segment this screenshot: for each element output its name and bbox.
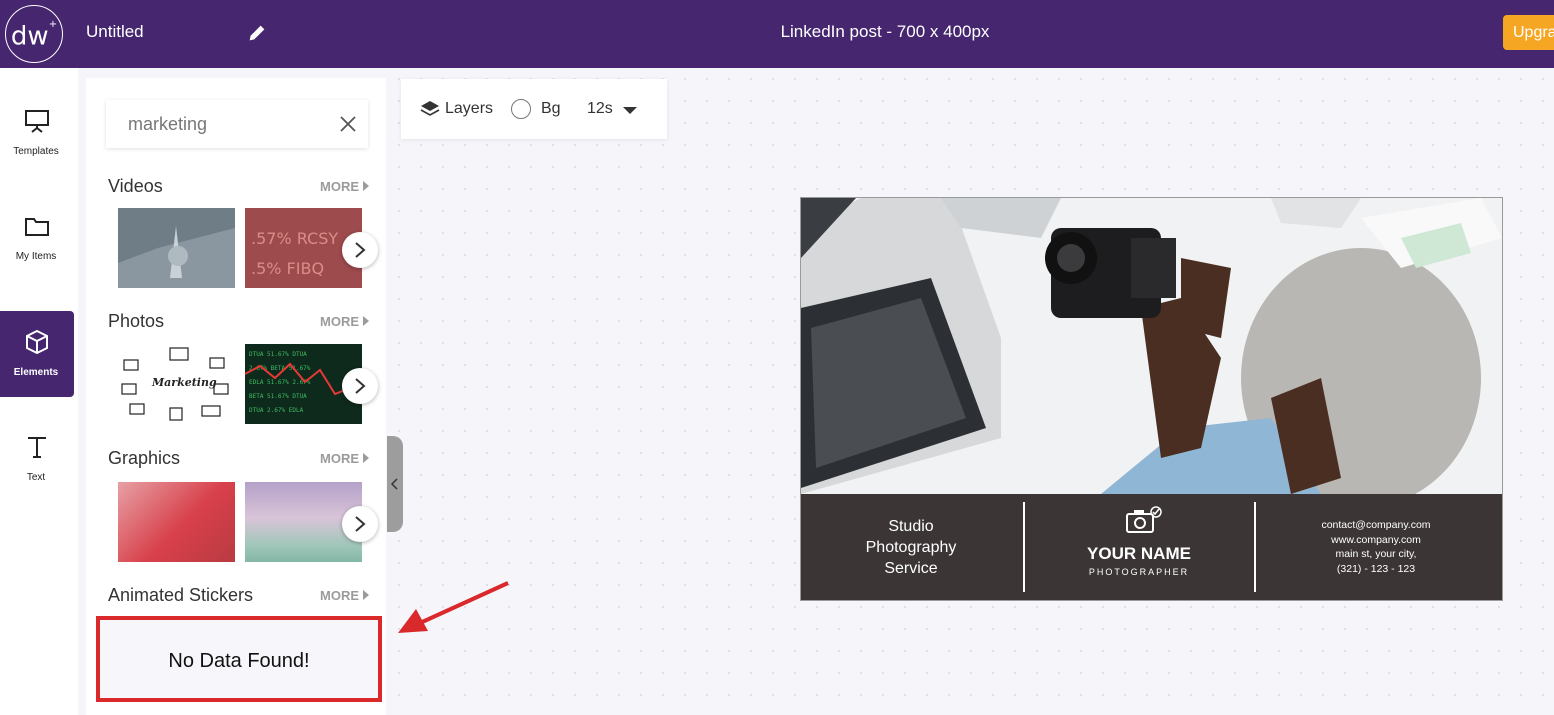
design-canvas[interactable]: Studio Photography Service YOUR NAME PHO…: [800, 197, 1503, 601]
chevron-right-icon: [355, 242, 366, 258]
rail-item-elements[interactable]: Elements: [0, 311, 74, 397]
annotation-arrow-icon: [398, 581, 509, 633]
caret-down-icon[interactable]: [623, 107, 637, 114]
divider: [1023, 502, 1025, 592]
camera-icon: [1126, 506, 1162, 533]
folder-icon: [25, 218, 49, 236]
presentation-icon: [25, 110, 49, 133]
photos-more-link[interactable]: MORE: [320, 314, 369, 329]
background-color-swatch[interactable]: [511, 99, 531, 119]
role-text: PHOTOGRAPHER: [1088, 567, 1190, 577]
canvas-toolbar: Layers Bg 12s: [401, 79, 667, 139]
rail-item-text[interactable]: Text: [0, 416, 74, 502]
left-rail: Templates My Items Elements Text: [0, 68, 78, 715]
divider: [1254, 502, 1256, 592]
graphic-thumbnail[interactable]: [118, 482, 235, 562]
canvas-size-label: LinkedIn post - 700 x 400px: [780, 22, 990, 41]
cube-icon: [26, 329, 48, 355]
videos-next-button[interactable]: [342, 232, 378, 268]
design-info-strip: Studio Photography Service YOUR NAME PHO…: [801, 494, 1502, 600]
studio-line: Service: [884, 560, 938, 577]
rail-label-templates: Templates: [13, 146, 59, 157]
rail-item-my-items[interactable]: My Items: [0, 195, 74, 281]
rail-label-text: Text: [26, 472, 46, 483]
studio-line: Studio: [888, 518, 934, 535]
layers-button[interactable]: Layers: [445, 100, 493, 118]
svg-text:Marketing: Marketing: [151, 376, 217, 389]
your-name-text: YOUR NAME: [1087, 544, 1191, 563]
videos-more-link[interactable]: MORE: [320, 179, 369, 194]
photo-thumbnail[interactable]: Marketing: [118, 344, 235, 424]
svg-text:.5% FIBQ: .5% FIBQ: [251, 259, 324, 278]
contact-phone: (321) - 123 - 123: [1336, 562, 1416, 575]
search-box[interactable]: marketing: [106, 100, 368, 148]
section-title-graphics: Graphics: [108, 448, 181, 468]
elements-panel: marketing Videos MORE .57% RCSY .5% FIBQ …: [86, 78, 386, 715]
no-data-message: No Data Found!: [168, 650, 310, 672]
contact-website: www.company.com: [1331, 533, 1421, 546]
studio-line: Photography: [865, 539, 957, 556]
svg-text:BETA 51.67% DTUA: BETA 51.67% DTUA: [249, 393, 307, 400]
svg-text:DTUA 2.67% EDLA: DTUA 2.67% EDLA: [249, 407, 304, 414]
no-data-message-box: No Data Found!: [96, 616, 382, 702]
svg-text:EDLA 51.67% 2.67%: EDLA 51.67% 2.67%: [249, 379, 311, 386]
photographer-photo: [801, 198, 1502, 494]
stickers-more-link[interactable]: MORE: [320, 588, 369, 603]
search-input[interactable]: marketing: [128, 114, 207, 135]
upgrade-button[interactable]: Upgra: [1503, 15, 1554, 50]
chevron-left-icon: [390, 478, 398, 490]
section-title-videos: Videos: [108, 176, 163, 196]
graphics-next-button[interactable]: [342, 506, 378, 542]
section-title-photos: Photos: [108, 311, 165, 331]
duration-select[interactable]: 12s: [587, 100, 613, 118]
contact-email: contact@company.com: [1321, 519, 1431, 531]
studio-text: Studio Photography Service: [841, 516, 981, 579]
text-t-icon: [28, 437, 46, 458]
contact-block: contact@company.com www.company.com main…: [1301, 518, 1451, 576]
svg-text:DTUA 51.67% DTUA: DTUA 51.67% DTUA: [249, 351, 307, 358]
rail-item-templates[interactable]: Templates: [0, 90, 74, 176]
rail-label-my-items: My Items: [15, 251, 57, 262]
video-thumbnail[interactable]: [118, 208, 235, 288]
layers-icon[interactable]: [419, 99, 441, 119]
graphics-more-link[interactable]: MORE: [320, 451, 369, 466]
svg-text:.57% RCSY: .57% RCSY: [251, 229, 338, 248]
chevron-right-icon: [355, 516, 366, 532]
top-bar: dw+ Untitled LinkedIn post - 700 x 400px…: [0, 0, 1554, 68]
section-title-animated-stickers: Animated Stickers: [108, 585, 254, 605]
rail-label-elements: Elements: [13, 367, 59, 378]
contact-address: main st, your city,: [1335, 548, 1417, 560]
close-icon[interactable]: [338, 114, 358, 134]
chevron-right-icon: [355, 378, 366, 394]
panel-collapse-handle[interactable]: [387, 436, 403, 532]
photos-next-button[interactable]: [342, 368, 378, 404]
bg-label[interactable]: Bg: [541, 100, 561, 118]
